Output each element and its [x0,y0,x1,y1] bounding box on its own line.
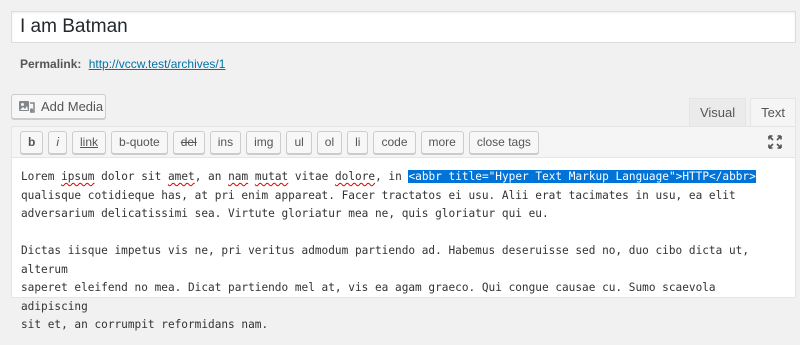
tab-visual-label: Visual [699,105,736,120]
add-media-label: Add Media [41,99,104,114]
content-line-7: sit et, an corrumpit reformidans nam. [21,318,269,331]
blockquote-button[interactable]: b-quote [111,130,168,154]
tab-text[interactable]: Text [750,98,796,127]
more-button[interactable]: more [420,130,464,154]
add-media-button[interactable]: Add Media [11,94,106,119]
ol-button[interactable]: ol [316,130,343,154]
post-title-text: I am Batman [20,16,128,37]
img-button[interactable]: img [246,130,282,154]
quicktags-toolbar: b i link b-quote del ins img ul ol li co… [12,127,795,158]
content-line-5: Dictas iisque impetus vis ne, pri veritu… [21,244,756,276]
italic-button[interactable]: i [48,130,68,154]
li-button[interactable]: li [347,130,369,154]
text-editor: b i link b-quote del ins img ul ol li co… [11,126,796,331]
content-line-3: adversarium delicatissimi sea. Virtute g… [21,207,549,220]
bold-button[interactable]: b [20,130,44,154]
link-button[interactable]: link [72,130,107,154]
code-button[interactable]: code [373,130,416,154]
permalink: Permalink: http://vccw.test/archives/1 [20,57,225,73]
permalink-link[interactable]: http://vccw.test/archives/1 [89,57,226,71]
tab-visual[interactable]: Visual [688,98,747,127]
selected-text: <abbr title="Hyper Text Markup Language"… [408,170,756,183]
del-button[interactable]: del [172,130,205,154]
fullscreen-icon[interactable] [767,134,783,150]
close-tags-button[interactable]: close tags [468,130,539,154]
editor-content[interactable]: Lorem ipsum dolor sit amet, an nam mutat… [12,158,795,345]
permalink-label: Permalink: [20,57,82,71]
post-title-input[interactable]: I am Batman [11,11,796,43]
ul-button[interactable]: ul [286,130,312,154]
content-line-6: saperet eleifend no mea. Dicat partiendo… [21,281,723,313]
tab-text-label: Text [761,105,785,120]
ins-button[interactable]: ins [209,130,242,154]
media-icon [18,99,36,115]
editor-tabs: Visual Text [688,97,796,127]
content-line-2: qualisque cotidieque has, at pri enim ap… [21,188,736,202]
